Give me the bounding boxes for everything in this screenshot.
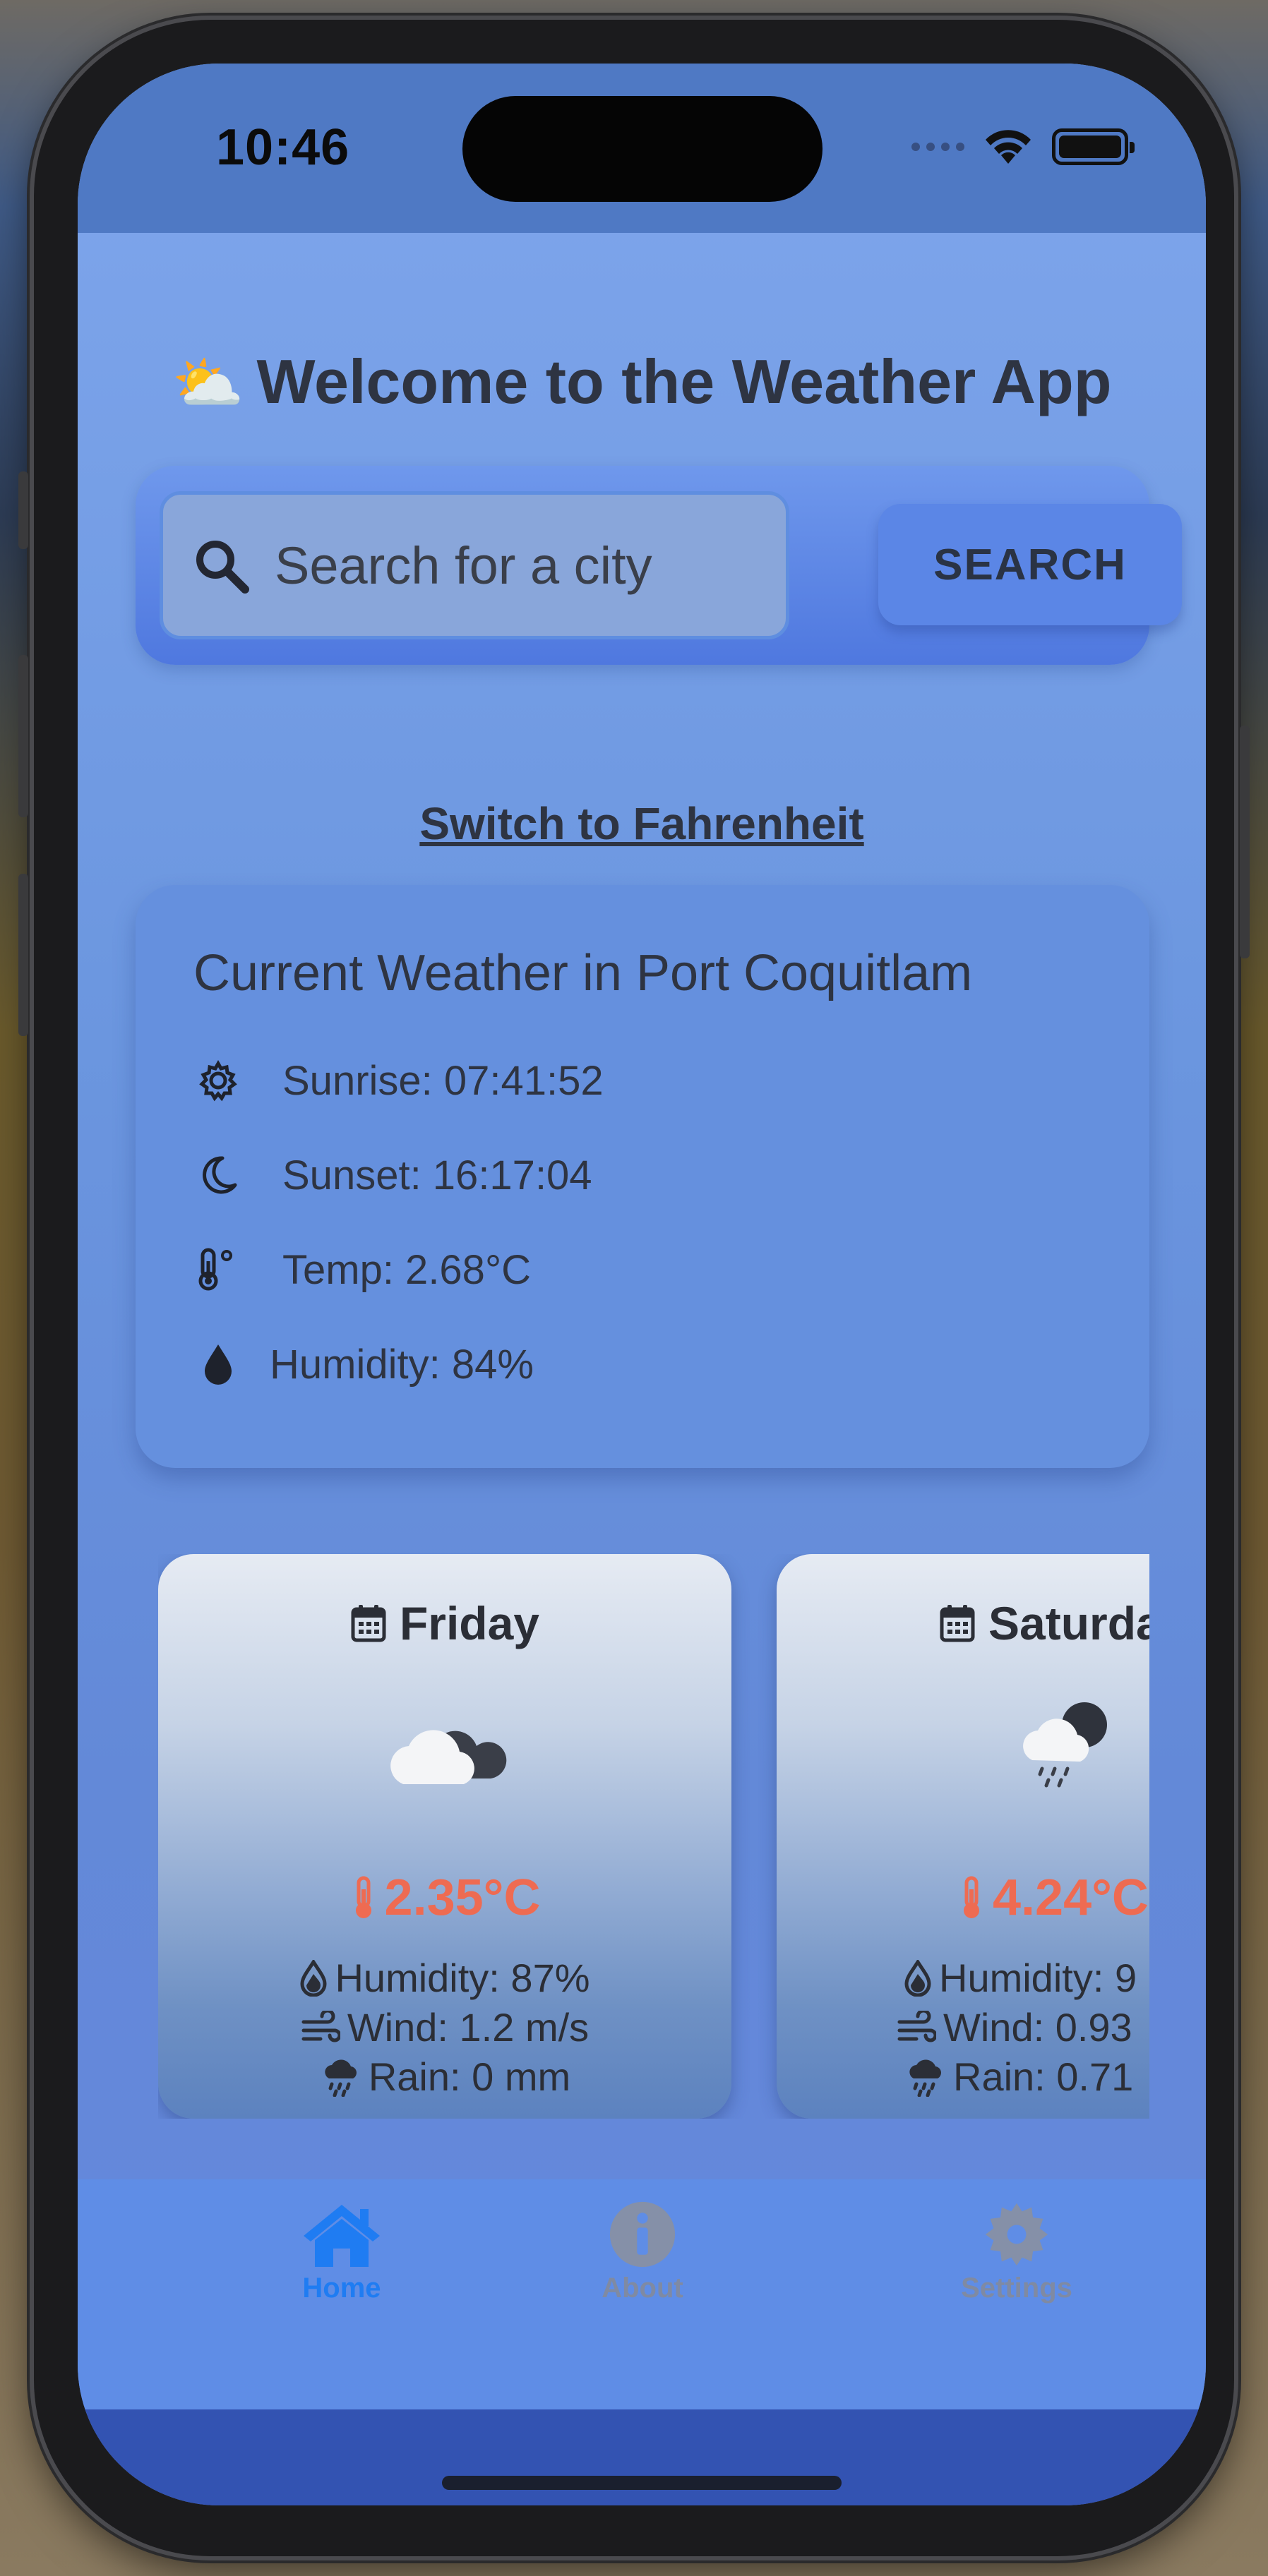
side-button-power bbox=[1240, 726, 1250, 958]
side-button-volume-down bbox=[18, 874, 28, 1036]
forecast-humidity: Humidity: 87% bbox=[158, 1955, 731, 2001]
forecast-rain: Rain: 0 mm bbox=[158, 2054, 731, 2100]
rain-cloud-icon bbox=[909, 2059, 941, 2097]
page-title: ⛅ Welcome to the Weather App bbox=[78, 346, 1206, 418]
app-screen: 10:46 ⛅ Welcome to the Weather App Search… bbox=[78, 64, 1206, 2505]
gear-icon bbox=[985, 2203, 1048, 2266]
unit-toggle-link[interactable]: Switch to Fahrenheit bbox=[78, 798, 1206, 850]
rain-night-icon bbox=[777, 1695, 1149, 1801]
wifi-icon bbox=[986, 130, 1031, 164]
forecast-wind-text: Wind: 0.93 bbox=[943, 2005, 1132, 2050]
moon-icon bbox=[193, 1150, 243, 1200]
thermometer-icon bbox=[193, 1245, 243, 1294]
sunset-row: Sunset: 16:17:04 bbox=[193, 1150, 592, 1200]
page-title-text: Welcome to the Weather App bbox=[256, 347, 1112, 416]
home-indicator[interactable] bbox=[442, 2476, 842, 2490]
forecast-humidity-text: Humidity: 9 bbox=[939, 1956, 1137, 2000]
tab-home[interactable]: Home bbox=[236, 2201, 448, 2304]
home-icon bbox=[304, 2205, 380, 2267]
status-time: 10:46 bbox=[216, 119, 350, 176]
forecast-wind-text: Wind: 1.2 m/s bbox=[347, 2005, 590, 2050]
tab-about[interactable]: About bbox=[537, 2201, 748, 2304]
forecast-temp: 2.35°C bbox=[158, 1869, 731, 1927]
home-indicator-area bbox=[78, 2409, 1206, 2505]
forecast-wind: Wind: 0.93 bbox=[777, 2004, 1149, 2050]
search-icon bbox=[196, 541, 249, 594]
tab-about-label: About bbox=[602, 2273, 683, 2304]
sunrise-gear-icon bbox=[193, 1056, 243, 1105]
current-weather-card: Current Weather in Port Coquitlam Sunris… bbox=[136, 885, 1149, 1468]
cellular-signal-icon bbox=[911, 143, 964, 151]
forecast-rain-text: Rain: 0 mm bbox=[368, 2054, 571, 2099]
rain-cloud-icon bbox=[325, 2059, 357, 2097]
temp-row: Temp: 2.68°C bbox=[193, 1245, 531, 1294]
search-button[interactable]: SEARCH bbox=[878, 504, 1182, 625]
status-icons bbox=[911, 127, 1135, 167]
forecast-humidity: Humidity: 9 bbox=[777, 1955, 1149, 2001]
water-drop-icon bbox=[904, 1959, 931, 1997]
sunset-text: Sunset: 16:17:04 bbox=[282, 1152, 592, 1198]
search-placeholder: Search for a city bbox=[275, 536, 652, 595]
forecast-day-label: Friday bbox=[399, 1597, 540, 1649]
tab-settings[interactable]: Settings bbox=[911, 2201, 1123, 2304]
search-panel: Search for a city SEARCH bbox=[136, 466, 1182, 665]
forecast-temp-value: 4.24°C bbox=[993, 1870, 1149, 1926]
water-drop-icon bbox=[300, 1959, 327, 1997]
wind-icon bbox=[897, 2010, 936, 2042]
calendar-icon bbox=[940, 1605, 975, 1642]
forecast-temp: 4.24°C bbox=[777, 1869, 1149, 1927]
humidity-text: Humidity: 84% bbox=[270, 1341, 534, 1388]
forecast-day-label: Saturda bbox=[988, 1597, 1149, 1649]
sunrise-text: Sunrise: 07:41:52 bbox=[282, 1057, 604, 1104]
sunrise-row: Sunrise: 07:41:52 bbox=[193, 1056, 604, 1105]
wind-icon bbox=[301, 2010, 340, 2042]
water-drop-icon bbox=[193, 1340, 243, 1389]
info-icon bbox=[609, 2201, 676, 2268]
search-input[interactable]: Search for a city bbox=[160, 491, 789, 639]
side-button-mute bbox=[18, 471, 28, 549]
dynamic-island bbox=[462, 96, 823, 202]
forecast-humidity-text: Humidity: 87% bbox=[335, 1956, 590, 2000]
battery-icon bbox=[1052, 128, 1135, 165]
forecast-wind: Wind: 1.2 m/s bbox=[158, 2004, 731, 2050]
forecast-day: Friday bbox=[158, 1596, 731, 1650]
forecast-rain: Rain: 0.71 bbox=[777, 2054, 1149, 2100]
forecast-card-friday[interactable]: Friday 2.35°C Humidity: 87% Wind: 1.2 m/… bbox=[158, 1554, 731, 2119]
forecast-rain-text: Rain: 0.71 bbox=[953, 2054, 1134, 2099]
side-button-volume-up bbox=[18, 655, 28, 817]
sun-cloud-emoji-icon: ⛅ bbox=[172, 351, 244, 416]
calendar-icon bbox=[351, 1605, 386, 1642]
tab-settings-label: Settings bbox=[961, 2273, 1072, 2304]
thermometer-red-icon bbox=[355, 1876, 371, 1918]
forecast-day: Saturda bbox=[777, 1596, 1149, 1650]
humidity-row: Humidity: 84% bbox=[193, 1340, 534, 1389]
tab-bar: Home About Settings bbox=[78, 2179, 1206, 2409]
forecast-card-saturday[interactable]: Saturda 4.24°C Humidity: 9 Wind: 0.93 Ra… bbox=[777, 1554, 1149, 2119]
thermometer-red-icon bbox=[964, 1876, 979, 1918]
cloudy-icon bbox=[158, 1695, 731, 1794]
forecast-temp-value: 2.35°C bbox=[384, 1870, 541, 1926]
tab-home-label: Home bbox=[302, 2273, 381, 2304]
temp-text: Temp: 2.68°C bbox=[282, 1246, 532, 1293]
status-bar: 10:46 bbox=[78, 64, 1206, 233]
current-weather-heading: Current Weather in Port Coquitlam bbox=[193, 945, 973, 1001]
forecast-carousel[interactable]: Friday 2.35°C Humidity: 87% Wind: 1.2 m/… bbox=[158, 1554, 1149, 2119]
